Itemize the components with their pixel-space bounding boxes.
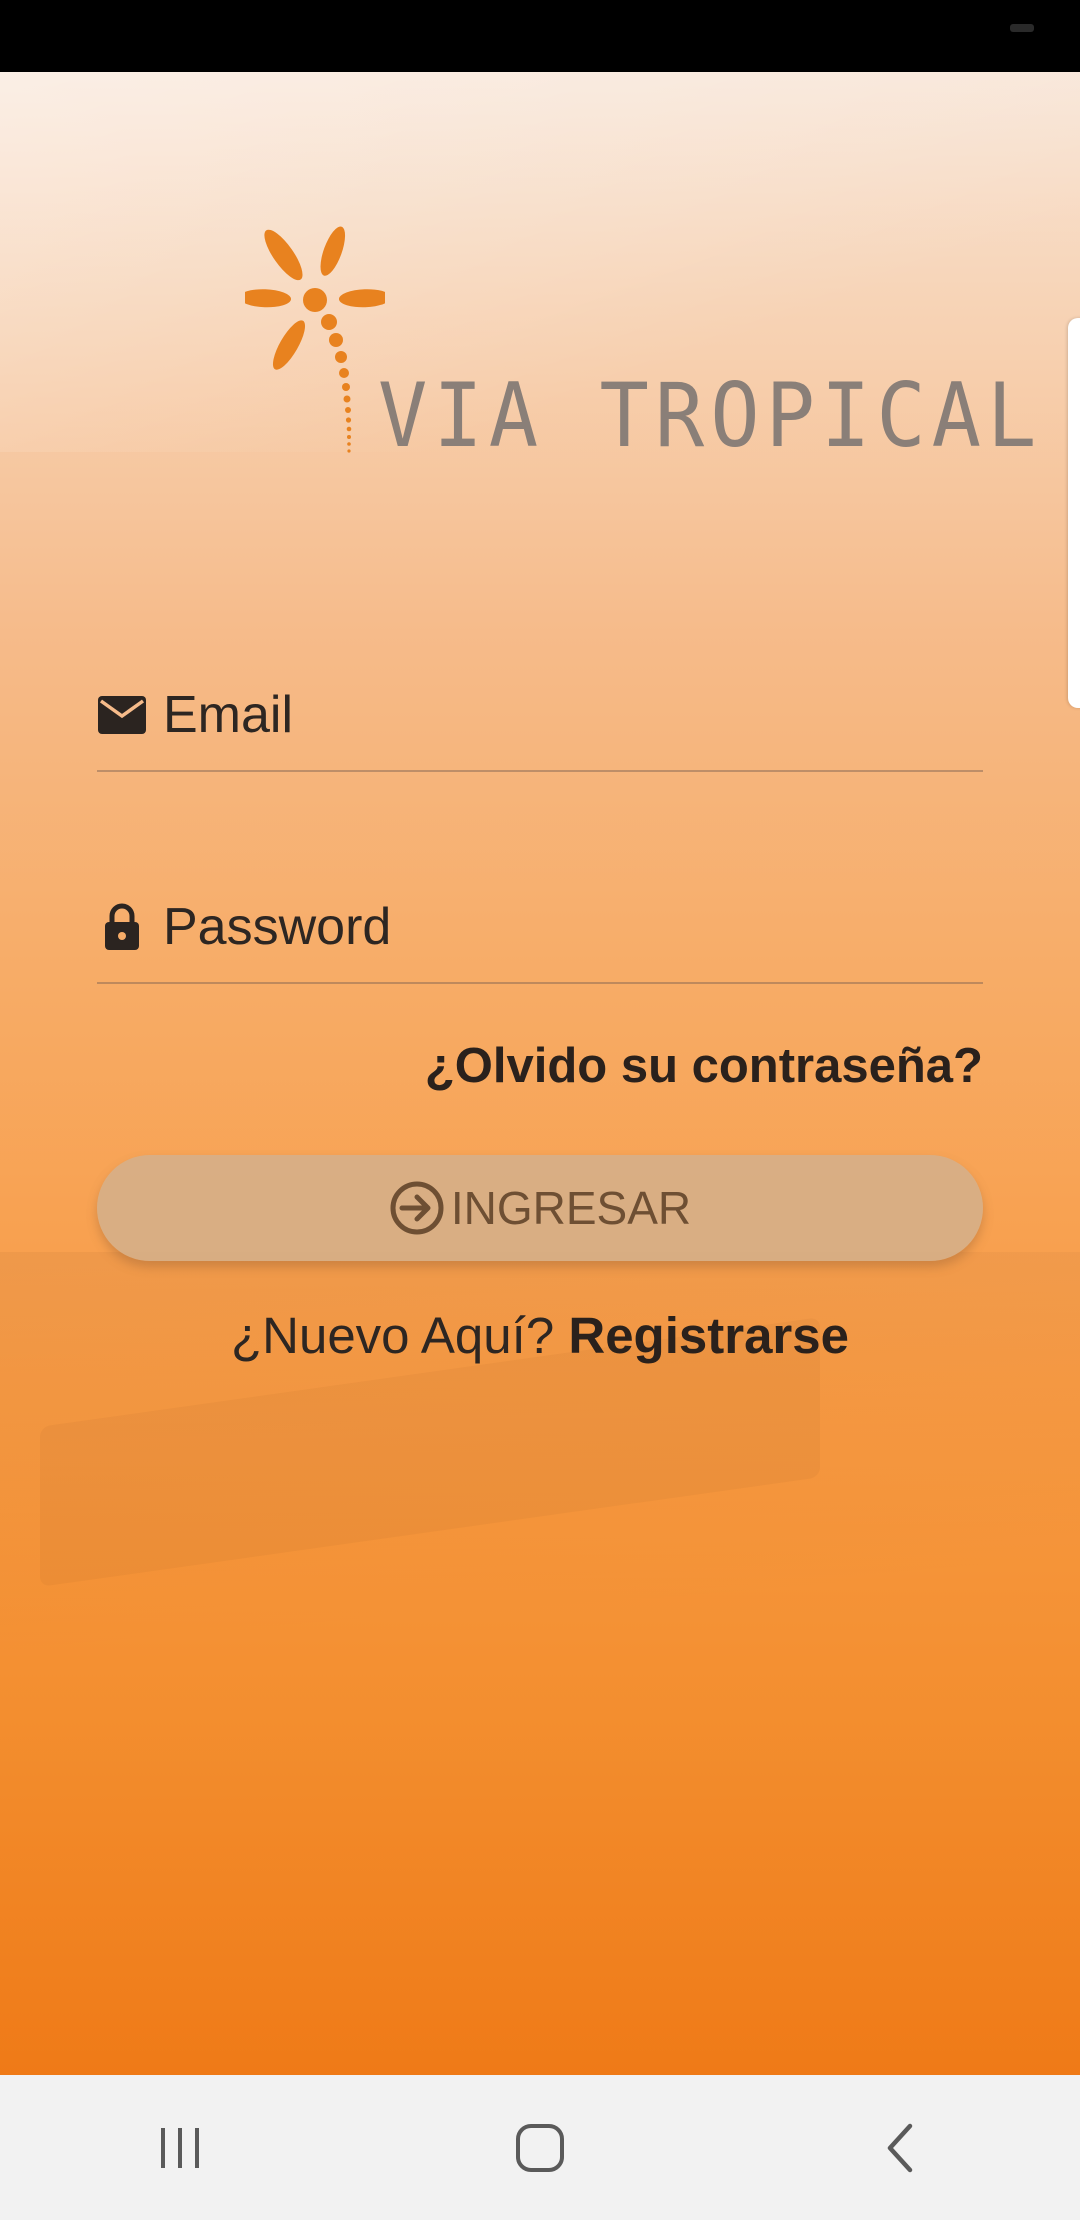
home-button[interactable] <box>480 2088 600 2208</box>
password-input[interactable] <box>163 897 983 957</box>
login-button[interactable]: INGRESAR <box>97 1155 983 1261</box>
recents-button[interactable] <box>120 2088 240 2208</box>
envelope-icon <box>97 690 147 740</box>
palm-tree-icon <box>245 226 385 453</box>
app-logo: VIA TROPICAL <box>245 160 1036 480</box>
recents-icon <box>161 2127 199 2168</box>
edge-panel-handle[interactable] <box>1068 318 1080 708</box>
back-icon <box>887 2123 913 2172</box>
login-arrow-icon <box>389 1180 445 1236</box>
email-input[interactable] <box>163 685 983 745</box>
email-field[interactable] <box>97 660 983 772</box>
forgot-password-link[interactable]: ¿Olvido su contraseña? <box>425 1038 983 1094</box>
system-navigation-bar <box>0 2075 1080 2220</box>
app-name: VIA TROPICAL <box>378 365 1043 468</box>
signup-row: ¿Nuevo Aquí? Registrarse <box>0 1306 1080 1365</box>
back-button[interactable] <box>840 2088 960 2208</box>
status-indicator <box>1010 24 1034 32</box>
signup-link[interactable]: Registrarse <box>568 1307 849 1364</box>
home-icon <box>516 2123 564 2172</box>
login-button-label: INGRESAR <box>450 1182 692 1234</box>
login-screen: VIA TROPICAL ¿Olvido su contraseña? <box>0 0 1080 2220</box>
status-bar <box>0 0 1080 72</box>
lock-icon <box>97 902 147 952</box>
password-field[interactable] <box>97 872 983 984</box>
signup-prompt: ¿Nuevo Aquí? <box>230 1307 555 1364</box>
